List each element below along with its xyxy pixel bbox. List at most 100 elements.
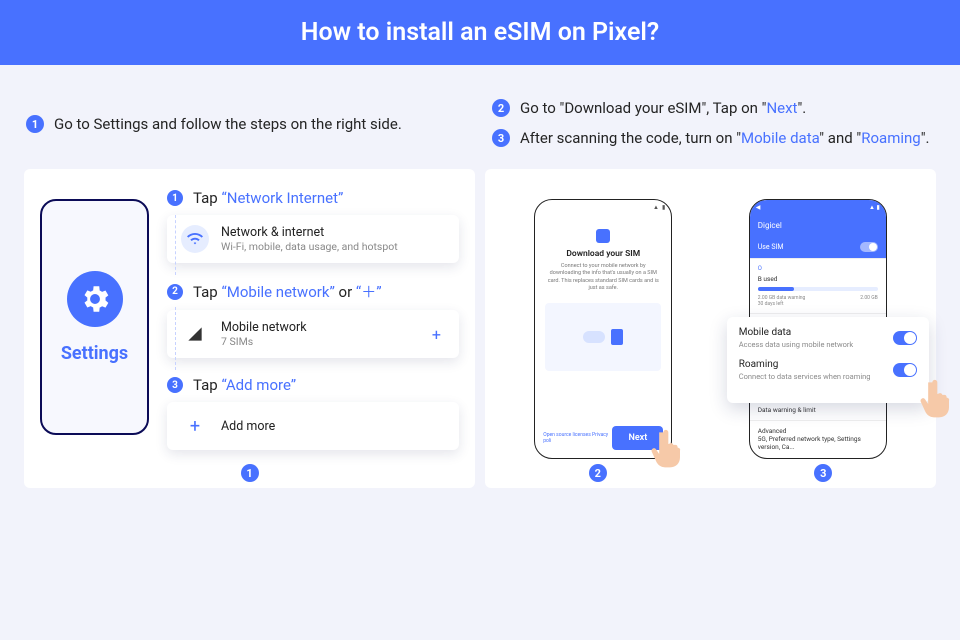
row-title: Mobile data: [739, 327, 853, 338]
t: B used: [758, 275, 778, 283]
row-sub: 5G, Preferred network type, Settings ver…: [758, 435, 878, 451]
intro-left: 1 Go to Settings and follow the steps on…: [26, 87, 468, 159]
step-number: 3: [167, 377, 183, 393]
t: " and ": [819, 129, 861, 147]
hero-banner: How to install an eSIM on Pixel?: [0, 0, 960, 65]
plus-icon: +: [181, 412, 209, 440]
status-bar: ▲▮: [535, 200, 671, 215]
gear-icon: [67, 271, 123, 327]
data-usage-section: O B used 2.00 GB data warning2.00 GB 30 …: [750, 258, 886, 313]
intro-text: After scanning the code, turn on "Mobile…: [520, 129, 929, 147]
toggle-on-icon[interactable]: [860, 242, 878, 252]
panel-right: ▲▮ Download your SIM Connect to your mob…: [485, 169, 936, 488]
cloud-icon: [583, 331, 605, 343]
t: Go to "Download your eSIM", Tap on ": [520, 99, 766, 117]
step-text: Tap “Mobile network” or “＋”: [193, 281, 382, 302]
settings-phone: Settings: [40, 199, 149, 435]
download-heading: Download your SIM: [545, 249, 661, 259]
t: Tap: [193, 376, 221, 394]
panel-left: Settings 1 Tap “Network Internet”: [24, 169, 475, 488]
usage-bar: [758, 287, 878, 291]
hl: “Network Internet”: [221, 189, 343, 207]
t: ".: [921, 129, 930, 147]
intro-bullet-2: 2 Go to "Download your eSIM", Tap on "Ne…: [492, 99, 934, 117]
step-number: 3: [492, 129, 510, 147]
panels-row: Settings 1 Tap “Network Internet”: [0, 159, 960, 512]
pointer-hand-icon: [917, 379, 951, 419]
hl: “＋”: [356, 283, 382, 301]
card-title: Network & internet: [221, 225, 398, 240]
row-title: Data warning & limit: [758, 406, 878, 414]
footer-links[interactable]: Open source licenses Privacy poli: [543, 432, 612, 444]
t: O: [758, 265, 762, 272]
download-paragraph: Connect to your mobile network by downlo…: [547, 263, 659, 293]
phone-download-sim: ▲▮ Download your SIM Connect to your mob…: [534, 199, 672, 459]
substep-1: 1 Tap “Network Internet” Network & inter…: [167, 189, 459, 263]
card-subtitle: 7 SIMs: [221, 335, 307, 348]
sim-icon: [596, 229, 610, 243]
substep-2: 2 Tap “Mobile network” or “＋” Mobile net…: [167, 281, 459, 358]
connector-line: [175, 307, 176, 370]
toggle-on-icon[interactable]: [893, 331, 917, 345]
step-number: 1: [167, 190, 183, 206]
intro-text: Go to Settings and follow the steps on t…: [54, 115, 402, 133]
simcard-icon: [611, 329, 623, 345]
toggle-on-icon[interactable]: [893, 363, 917, 377]
toggle-overlay-card: Mobile data Access data using mobile net…: [727, 317, 929, 403]
carrier-title: Digicel: [750, 215, 886, 236]
status-bar: ◀▲ ▮: [750, 200, 886, 215]
row-title: Roaming: [739, 359, 871, 370]
highlight-next: Next: [766, 99, 797, 117]
t: After scanning the code, turn on ": [520, 129, 741, 147]
card-subtitle: Wi-Fi, mobile, data usage, and hotspot: [221, 240, 398, 253]
advanced-row[interactable]: Advanced 5G, Preferred network type, Set…: [750, 420, 886, 457]
mobile-network-card[interactable]: Mobile network 7 SIMs +: [167, 310, 459, 358]
highlight-roaming: Roaming: [861, 129, 920, 147]
intro-text: Go to "Download your eSIM", Tap on "Next…: [520, 99, 806, 117]
t: Tap: [193, 283, 221, 301]
panel-badge-1: 1: [241, 464, 259, 482]
page-title: How to install an eSIM on Pixel?: [0, 18, 960, 47]
t: Tap: [193, 189, 221, 207]
step-number: 2: [492, 99, 510, 117]
hl: “Add more”: [221, 376, 296, 394]
t: or: [335, 283, 356, 301]
t: 2.00 GB: [860, 295, 878, 301]
intro-bullet-3: 3 After scanning the code, turn on "Mobi…: [492, 129, 934, 147]
card-title: Mobile network: [221, 320, 307, 335]
roaming-row[interactable]: Roaming Connect to data services when ro…: [739, 359, 917, 381]
use-sim-label: Use SIM: [758, 243, 784, 251]
row-sub: Connect to data services when roaming: [739, 372, 871, 381]
phone-sim-settings: ◀▲ ▮ Digicel Use SIM O B used 2.00 GB da…: [749, 199, 887, 459]
card-title: Add more: [221, 419, 275, 434]
next-button[interactable]: Next: [612, 426, 663, 450]
substep-3: 3 Tap “Add more” + Add more: [167, 376, 459, 450]
intro-row: 1 Go to Settings and follow the steps on…: [0, 65, 960, 159]
steps-column: 1 Tap “Network Internet” Network & inter…: [167, 189, 459, 468]
panel-badge-3: 3: [814, 464, 832, 482]
network-internet-card[interactable]: Network & internet Wi-Fi, mobile, data u…: [167, 215, 459, 263]
add-more-card[interactable]: + Add more: [167, 402, 459, 450]
row-sub: Access data using mobile network: [739, 340, 853, 349]
t: Digicel: [758, 221, 782, 230]
step-text: Tap “Network Internet”: [193, 189, 343, 207]
wifi-icon: [181, 225, 209, 253]
step-number: 1: [26, 115, 44, 133]
row-title: Advanced: [758, 427, 878, 435]
t: 30 days left: [758, 301, 784, 307]
intro-right: 2 Go to "Download your eSIM", Tap on "Ne…: [492, 87, 934, 159]
settings-label: Settings: [61, 343, 128, 364]
download-illustration: [545, 303, 661, 371]
page: How to install an eSIM on Pixel? 1 Go to…: [0, 0, 960, 640]
hl: “Mobile network”: [221, 283, 334, 301]
mobile-data-row[interactable]: Mobile data Access data using mobile net…: [739, 327, 917, 349]
connector-line: [175, 215, 176, 275]
panel-badge-2: 2: [589, 464, 607, 482]
highlight-mobile-data: Mobile data: [741, 129, 819, 147]
step-text: Tap “Add more”: [193, 376, 296, 394]
signal-icon: [181, 320, 209, 348]
plus-icon[interactable]: +: [428, 325, 445, 344]
t: ".: [797, 99, 806, 117]
intro-bullet-1: 1 Go to Settings and follow the steps on…: [26, 115, 468, 133]
use-sim-row[interactable]: Use SIM: [750, 236, 886, 258]
